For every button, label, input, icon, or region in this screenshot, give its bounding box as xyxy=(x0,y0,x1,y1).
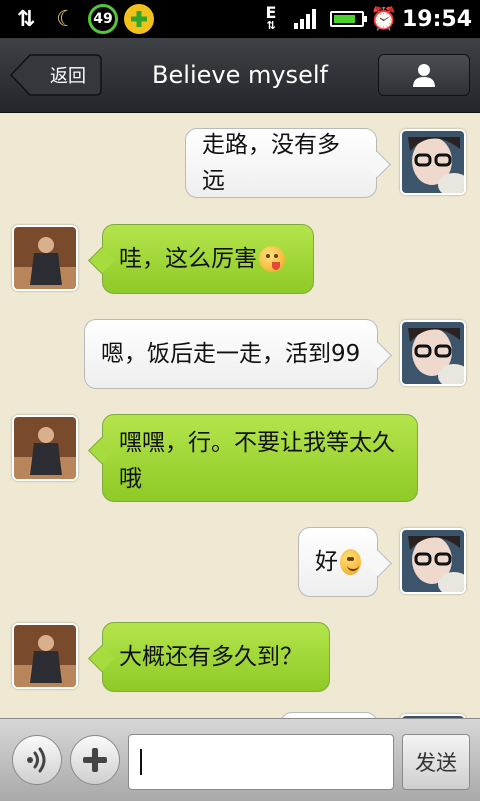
avatar-self[interactable] xyxy=(400,129,466,195)
message-bubble-outgoing[interactable]: 走路，没有多远 xyxy=(185,128,377,198)
message-bubble-outgoing[interactable]: 嗯，饭后走一走，活到99 xyxy=(84,319,378,389)
badge-count: 49 xyxy=(93,11,113,27)
page-title: Believe myself xyxy=(152,61,328,89)
avatar-contact[interactable] xyxy=(12,415,78,481)
message-bubble-incoming[interactable]: 哇，这么厉害 xyxy=(102,224,314,294)
message-text: 大概还有多久到？ xyxy=(119,644,303,670)
network-e-icon: E ⇅ xyxy=(265,3,277,33)
message-text: 哇，这么厉害 xyxy=(119,246,257,272)
message-text: 嘿嘿，行。不要让我等太久哦 xyxy=(119,430,395,492)
battery-icon xyxy=(330,11,367,27)
data-transfer-icon: ⇅ xyxy=(16,6,36,32)
voice-button[interactable] xyxy=(12,735,62,785)
back-button[interactable]: 返回 xyxy=(10,54,102,96)
avatar-self[interactable] xyxy=(400,320,466,386)
tongue-wink-emoji-icon xyxy=(259,246,285,272)
weather-moon-icon: ☾ xyxy=(56,6,76,32)
profile-button[interactable] xyxy=(378,54,470,96)
plus-button[interactable] xyxy=(70,735,120,785)
status-bar: ⇅ ☾ 49 E ⇅ ⏰ 19:54 xyxy=(0,0,480,38)
avatar-contact[interactable] xyxy=(12,623,78,689)
voice-icon xyxy=(27,747,46,773)
message-text: 走路，没有多远 xyxy=(202,132,340,194)
text-cursor xyxy=(140,749,142,775)
send-button[interactable]: 发送 xyxy=(402,734,470,790)
plus-app-icon xyxy=(124,4,154,34)
message-text: 嗯，饭后走一走，活到99 xyxy=(101,341,361,367)
message-bubble-outgoing[interactable]: 好 xyxy=(298,527,378,597)
smile-emoji-icon xyxy=(340,549,361,575)
avatar-contact[interactable] xyxy=(12,225,78,291)
network-type: E xyxy=(265,3,277,22)
avatar-self[interactable] xyxy=(400,528,466,594)
input-bar: 发送 xyxy=(0,718,480,801)
back-button-label: 返回 xyxy=(50,66,86,87)
plus-icon xyxy=(83,748,107,772)
message-input[interactable] xyxy=(128,734,394,790)
message-bubble-incoming[interactable]: 嘿嘿，行。不要让我等太久哦 xyxy=(102,414,418,502)
status-time: 19:54 xyxy=(401,6,472,32)
message-bubble-incoming[interactable]: 大概还有多久到？ xyxy=(102,622,330,692)
alarm-icon: ⏰ xyxy=(370,6,398,32)
chat-area[interactable]: 走路，没有多远 哇，这么厉害 嗯，饭后走一走，活到99 嘿嘿，行。不要让我等太久… xyxy=(0,112,480,718)
message-text: 好 xyxy=(315,549,338,575)
chat-header: 返回 Believe myself xyxy=(0,38,480,113)
person-icon xyxy=(413,64,435,87)
signal-icon xyxy=(292,4,322,34)
badge-49-icon: 49 xyxy=(88,4,118,34)
